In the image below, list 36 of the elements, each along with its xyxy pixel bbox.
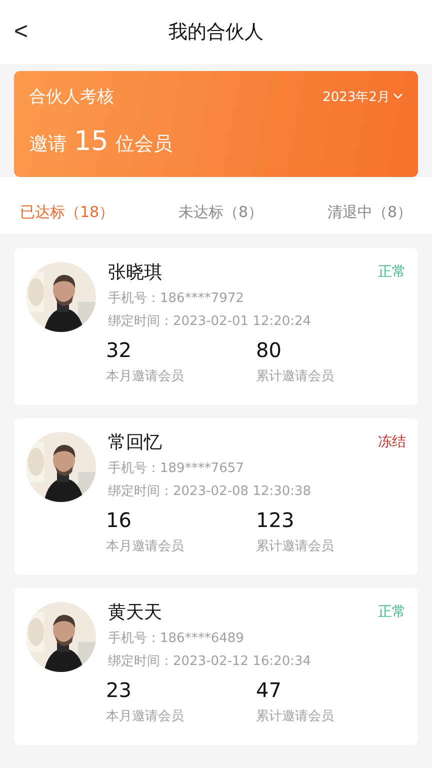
stat-label: 累计邀请会员 xyxy=(256,538,335,555)
partner-name: 黄天天 xyxy=(108,601,162,624)
stat-value: 47 xyxy=(256,678,282,702)
phone-number: 手机号：189****7657 xyxy=(108,460,245,477)
stat-value: 80 xyxy=(256,338,282,362)
phone-number: 手机号：186****6489 xyxy=(108,630,245,647)
page-title: 我的合伙人 xyxy=(168,20,264,45)
bind-time: 绑定时间：2023-02-12 16:20:34 xyxy=(108,653,312,670)
partner-card[interactable]: 常回忆 冻结 手机号：189****7657 绑定时间：2023-02-08 12:30:38 16 本月邀请会员 123 累计邀请会员 xyxy=(14,418,418,575)
stat-value: 123 xyxy=(256,508,296,532)
back-button[interactable]: < xyxy=(8,16,34,48)
partner-name: 常回忆 xyxy=(108,431,162,454)
status-label: 正常 xyxy=(378,263,406,281)
invite-label: 邀请 xyxy=(29,132,67,157)
bind-time: 绑定时间：2023-02-08 12:30:38 xyxy=(108,483,312,500)
filter-tab[interactable]: 未达标（8） xyxy=(174,203,268,222)
phone-number: 手机号：186****7972 xyxy=(108,290,245,307)
stat-label: 本月邀请会员 xyxy=(106,368,185,385)
stat-value: 23 xyxy=(106,678,132,702)
stat-value: 16 xyxy=(106,508,132,532)
stat-value: 32 xyxy=(106,338,132,362)
status-label: 正常 xyxy=(378,603,406,621)
stat-label: 本月邀请会员 xyxy=(106,538,185,555)
stat-label: 累计邀请会员 xyxy=(256,708,335,725)
partner-card[interactable]: 黄天天 正常 手机号：186****6489 绑定时间：2023-02-12 16:20:34 23 本月邀请会员 47 累计邀请会员 xyxy=(14,588,418,745)
chevron-down-icon xyxy=(393,93,403,100)
stat-label: 本月邀请会员 xyxy=(106,708,185,725)
banner-title: 合伙人考核 xyxy=(29,86,114,108)
partner-card[interactable]: 张晓琪 正常 手机号：186****7972 绑定时间：2023-02-01 12:20:24 32 本月邀请会员 80 累计邀请会员 xyxy=(14,248,418,405)
invite-label: 位会员 xyxy=(115,132,172,157)
stat-label: 累计邀请会员 xyxy=(256,368,335,385)
status-label: 冻结 xyxy=(378,433,406,451)
bind-time: 绑定时间：2023-02-01 12:20:24 xyxy=(108,313,312,330)
invite-count: 15 xyxy=(74,126,108,157)
partner-name: 张晓琪 xyxy=(108,261,162,284)
filter-tab[interactable]: 清退中（8） xyxy=(323,203,416,222)
